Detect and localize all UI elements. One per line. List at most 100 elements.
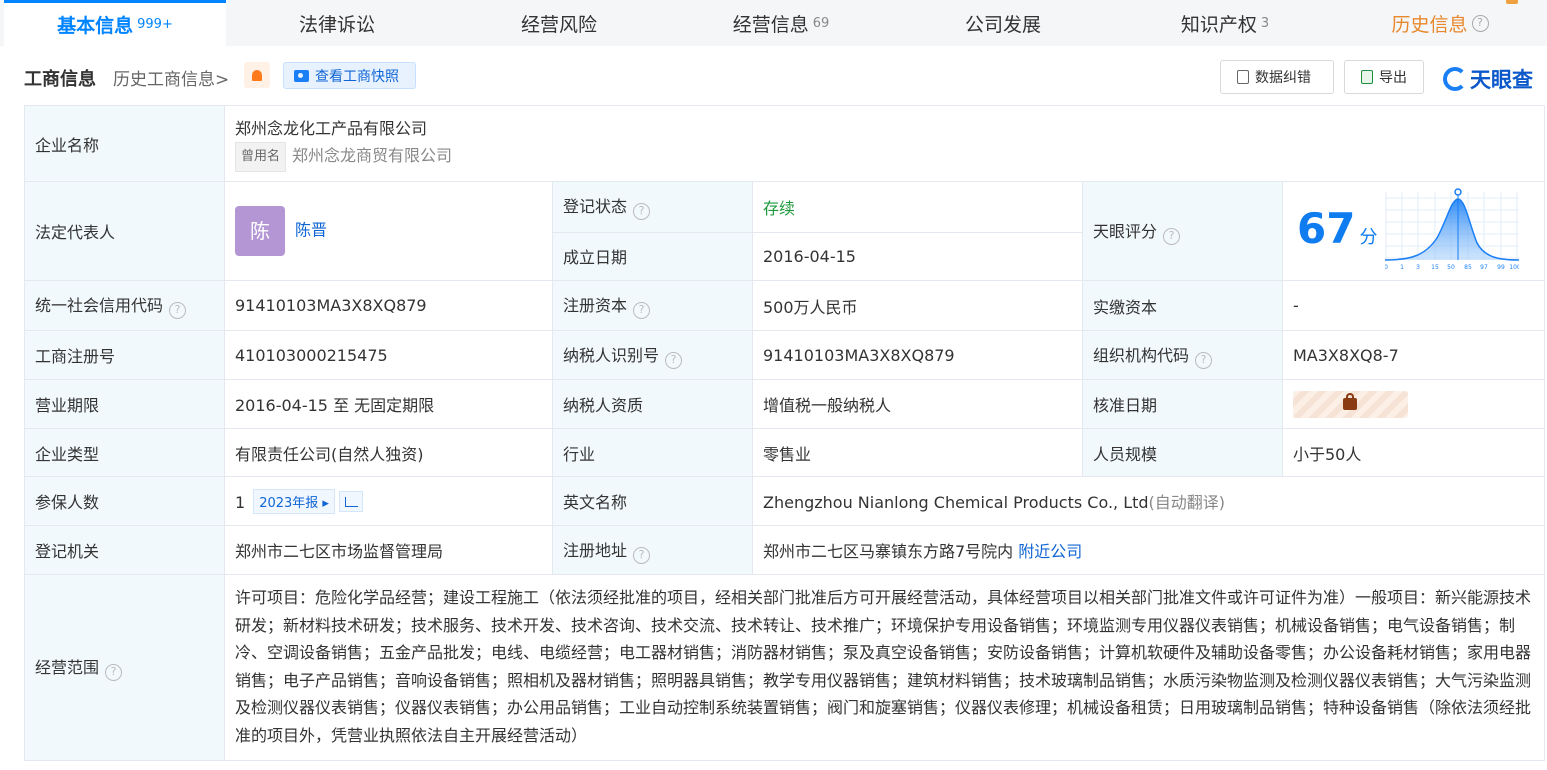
insured-count: 1 xyxy=(235,492,246,512)
tab-label: 历史信息 xyxy=(1391,13,1468,36)
label-text: 纳税人识别号 xyxy=(563,345,660,365)
bell-icon[interactable] xyxy=(244,62,270,88)
tab-legal[interactable]: 法律诉讼 xyxy=(226,0,448,46)
reg-status-value: 存续 xyxy=(752,181,1083,233)
locked-value[interactable] xyxy=(1293,390,1408,418)
score-tick: 99 xyxy=(1497,264,1505,271)
score-tick: 1 xyxy=(1400,264,1404,271)
data-correct-button[interactable]: 数据纠错 xyxy=(1220,60,1334,94)
tab-count: 999+ xyxy=(137,17,173,32)
tab-label: 法律诉讼 xyxy=(298,13,375,36)
score-tick: 3 xyxy=(1416,264,1420,271)
chevron-right-icon: > xyxy=(215,70,230,90)
taxpayer-qual-value: 增值税一般纳税人 xyxy=(752,379,1083,429)
help-icon[interactable]: ? xyxy=(1163,227,1181,245)
reg-address-value: 郑州市二七区马寨镇东方路7号院内 xyxy=(763,542,1014,561)
brand-logo: 天眼查 xyxy=(1443,64,1533,94)
table-row: 参保人数 1 2023年报 ▸ 英文名称 Zhengzhou Nianlong C… xyxy=(24,476,1546,526)
score-distribution-chart: 0 1 3 15 50 85 97 99 100 xyxy=(1385,188,1519,271)
tab-label: 公司发展 xyxy=(964,13,1041,36)
help-icon[interactable]: ? xyxy=(633,302,651,319)
org-code-value: MA3X8XQ8-7 xyxy=(1281,330,1546,380)
table-row: 统一社会信用代码? 91410103MA3X8XQ879 注册资本? 500万人… xyxy=(24,280,1546,331)
label-reg-no: 工商注册号 xyxy=(24,330,225,380)
reg-authority-value: 郑州市二七区市场监督管理局 xyxy=(224,525,553,575)
reg-address-cell: 郑州市二七区马寨镇东方路7号院内 附近公司 xyxy=(751,525,1546,575)
auto-translate-note: (自动翻译) xyxy=(1148,493,1226,512)
nearby-companies-link[interactable]: 附近公司 xyxy=(1018,542,1082,561)
label-insured: 参保人数 xyxy=(24,476,225,526)
tab-risk[interactable]: 经营风险 xyxy=(448,0,670,46)
score-tick: 85 xyxy=(1464,264,1472,271)
tianyancha-logo-icon xyxy=(1443,67,1467,91)
brand-name: 天眼查 xyxy=(1470,68,1533,92)
help-icon[interactable]: ? xyxy=(1195,351,1213,369)
help-icon[interactable]: ? xyxy=(105,664,123,681)
found-date-value: 2016-04-15 xyxy=(752,231,1083,281)
avatar[interactable]: 陈 xyxy=(235,206,285,256)
label-found-date: 成立日期 xyxy=(552,231,753,281)
table-row: 企业名称 郑州念龙化工产品有限公司 曾用名 郑州念龙商贸有限公司 xyxy=(24,105,1546,182)
score-tick: 100 xyxy=(1509,264,1519,271)
edit-icon xyxy=(1237,70,1249,84)
section-header: 工商信息 历史工商信息> 查看工商快照 数据纠错 导出 天眼查 xyxy=(0,46,1547,106)
industry-value: 零售业 xyxy=(752,428,1083,477)
tab-label: 经营信息 xyxy=(732,13,809,36)
insured-cell: 1 2023年报 ▸ xyxy=(224,476,553,526)
label-biz-term: 营业期限 xyxy=(24,379,225,429)
taxpayer-id-value: 91410103MA3X8XQ879 xyxy=(752,330,1083,380)
snapshot-button[interactable]: 查看工商快照 xyxy=(283,62,416,89)
table-row: 企业类型 有限责任公司(自然人独资) 行业 零售业 人员规模 小于50人 xyxy=(24,428,1546,477)
score-cell[interactable]: 67 分 0 1 3 15 50 85 97 99 100 xyxy=(1281,181,1546,281)
history-link[interactable]: 历史工商信息> xyxy=(113,65,229,90)
tab-basic-info[interactable]: 基本信息 999+ xyxy=(4,0,226,46)
reg-capital-value: 500万人民币 xyxy=(752,280,1083,331)
annual-report-label: 2023年报 xyxy=(259,495,319,511)
help-icon[interactable]: ? xyxy=(665,351,683,369)
label-text: 组织机构代码 xyxy=(1093,345,1190,365)
correct-button-label: 数据纠错 xyxy=(1255,70,1311,86)
help-icon[interactable]: ? xyxy=(633,546,651,564)
export-button[interactable]: 导出 xyxy=(1344,60,1424,94)
hot-badge-icon xyxy=(1506,0,1518,4)
score-tick: 15 xyxy=(1431,264,1439,271)
tab-development[interactable]: 公司发展 xyxy=(892,0,1114,46)
company-type-value: 有限责任公司(自然人独资) xyxy=(224,428,553,477)
english-name-value: Zhengzhou Nianlong Chemical Products Co.… xyxy=(763,493,1149,512)
export-button-label: 导出 xyxy=(1379,70,1407,86)
annual-report-tag[interactable]: 2023年报 ▸ xyxy=(253,488,335,514)
legal-rep-link[interactable]: 陈晋 xyxy=(295,221,327,240)
history-link-label: 历史工商信息 xyxy=(113,70,215,90)
score-ticks: 0 1 3 15 50 85 97 99 100 xyxy=(1385,264,1519,271)
label-reg-capital: 注册资本? xyxy=(552,280,753,331)
score-marker xyxy=(1454,188,1462,196)
label-org-code: 组织机构代码? xyxy=(1082,330,1283,380)
biz-scope-value: 许可项目：危险化学品经营；建设工程施工（依法须经批准的项目，经相关部门批准后方可… xyxy=(223,574,1546,761)
staff-size-value: 小于50人 xyxy=(1281,428,1546,477)
score-value: 67 xyxy=(1297,204,1356,253)
help-icon[interactable]: ? xyxy=(169,302,187,319)
tab-history[interactable]: 历史信息? xyxy=(1336,0,1544,46)
camera-icon xyxy=(294,69,309,82)
label-biz-scope: 经营范围? xyxy=(24,574,225,761)
tab-ip[interactable]: 知识产权 3 xyxy=(1114,0,1336,46)
tab-business[interactable]: 经营信息 69 xyxy=(670,0,892,46)
score-tick: 97 xyxy=(1480,264,1488,271)
label-text: 登记状态 xyxy=(563,197,628,217)
snapshot-button-label: 查看工商快照 xyxy=(315,68,399,85)
label-legal-rep: 法定代表人 xyxy=(24,181,225,281)
help-icon[interactable]: ? xyxy=(633,203,651,221)
credit-code-value: 91410103MA3X8XQ879 xyxy=(224,280,553,331)
score-curve xyxy=(1385,199,1519,260)
label-reg-status: 登记状态? xyxy=(552,181,753,233)
trend-chart-icon[interactable] xyxy=(338,490,363,512)
label-text: 注册资本 xyxy=(563,296,628,315)
reg-no-value: 410103000215475 xyxy=(224,330,553,380)
score-tick: 50 xyxy=(1447,264,1455,271)
label-industry: 行业 xyxy=(552,428,753,477)
label-text: 经营范围 xyxy=(35,658,100,677)
tab-label: 基本信息 xyxy=(57,15,134,37)
label-text: 注册地址 xyxy=(563,540,628,560)
label-taxpayer-qual: 纳税人资质 xyxy=(552,379,753,429)
label-staff-size: 人员规模 xyxy=(1082,428,1283,477)
